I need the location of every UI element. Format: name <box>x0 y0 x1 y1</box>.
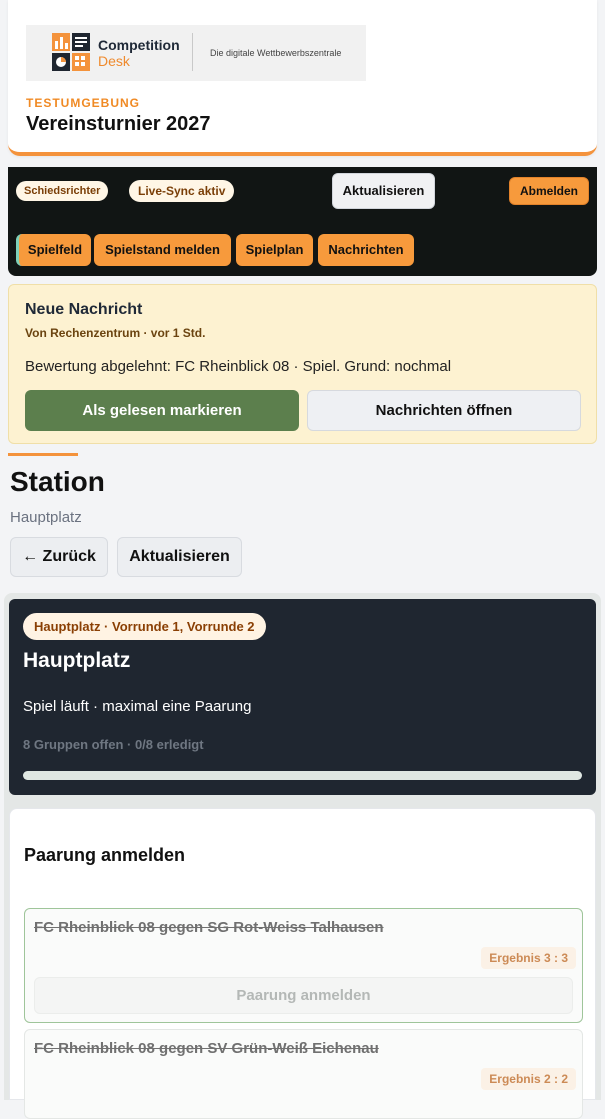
match-result-badge: Ergebnis 2 : 2 <box>481 1068 576 1090</box>
match-item: FC Rheinblick 08 gegen SV Grün-Weiß Eich… <box>24 1029 583 1119</box>
live-sync-badge: Live-Sync aktiv <box>129 180 235 202</box>
notice-meta: Von Rechenzentrum · vor 1 Std. <box>25 326 206 340</box>
new-message-notice: Neue Nachricht Von Rechenzentrum · vor 1… <box>8 284 597 444</box>
notice-body: Bewertung abgelehnt: FC Rheinblick 08 · … <box>25 358 452 375</box>
open-messages-button[interactable]: Nachrichten öffnen <box>307 390 581 431</box>
notice-title: Neue Nachricht <box>25 301 143 318</box>
logout-button[interactable]: Abmelden <box>509 177 589 205</box>
match-name: FC Rheinblick 08 gegen SV Grün-Weiß Eich… <box>34 1040 379 1057</box>
station-status: Spiel läuft · maximal eine Paarung <box>23 698 252 715</box>
tab-spielstand-melden[interactable]: Spielstand melden <box>94 234 231 266</box>
logo-word-competition: Competition <box>98 37 180 53</box>
top-toolbar: Schiedsrichter Live-Sync aktiv Aktualisi… <box>8 167 597 276</box>
role-badge: Schiedsrichter <box>16 181 109 201</box>
round-badge: Hauptplatz · Vorrunde 1, Vorrunde 2 <box>23 613 266 640</box>
tab-spielfeld[interactable]: Spielfeld <box>16 234 91 266</box>
page-subtitle: Hauptplatz <box>10 509 82 526</box>
back-button[interactable]: ← Zurück <box>10 537 108 577</box>
register-pairing-button[interactable]: Paarung anmelden <box>34 977 573 1014</box>
match-item: FC Rheinblick 08 gegen SG Rot-Weiss Talh… <box>24 908 583 1023</box>
tab-spielplan[interactable]: Spielplan <box>236 234 313 266</box>
station-refresh-button[interactable]: Aktualisieren <box>117 537 242 577</box>
competition-desk-logo-icon <box>52 33 90 71</box>
event-title: Vereinsturnier 2027 <box>26 113 211 135</box>
pairing-card: Paarung anmelden FC Rheinblick 08 gegen … <box>9 808 596 1119</box>
station-stats: 8 Gruppen offen · 0/8 erledigt <box>23 737 204 752</box>
pairing-title: Paarung anmelden <box>24 845 186 865</box>
logo-word-desk: Desk <box>98 53 130 69</box>
refresh-button[interactable]: Aktualisieren <box>332 173 435 209</box>
match-result-badge: Ergebnis 3 : 3 <box>481 947 576 969</box>
logo[interactable]: Competition Desk Die digitale Wettbewerb… <box>26 25 366 81</box>
tab-nachrichten[interactable]: Nachrichten <box>318 234 414 266</box>
section-accent-bar <box>8 453 78 456</box>
match-name: FC Rheinblick 08 gegen SG Rot-Weiss Talh… <box>34 919 384 936</box>
page-title: Station <box>10 466 105 497</box>
app-header: Competition Desk Die digitale Wettbewerb… <box>8 0 597 156</box>
station-progress-bar <box>23 771 582 780</box>
logo-divider <box>192 33 193 71</box>
mark-as-read-button[interactable]: Als gelesen markieren <box>25 390 299 431</box>
station-summary-card: Hauptplatz · Vorrunde 1, Vorrunde 2 Haup… <box>9 599 596 795</box>
logo-tagline: Die digitale Wettbewerbszentrale <box>210 48 342 58</box>
environment-label: TESTUMGEBUNG <box>26 96 140 110</box>
station-name: Hauptplatz <box>23 649 131 672</box>
